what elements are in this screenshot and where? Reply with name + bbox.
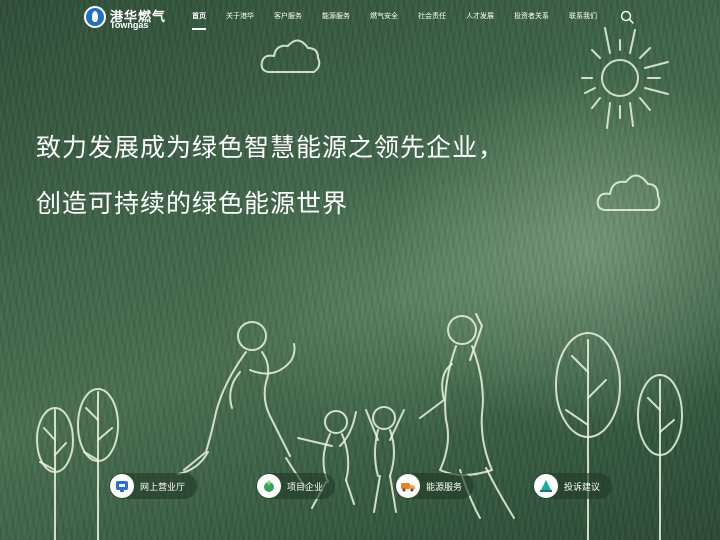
quick-link-label: 投诉建议 bbox=[564, 481, 601, 492]
brand-name-en: Towngas bbox=[110, 20, 149, 30]
main-nav: 首页 关于港华 客户服务 能源服务 燃气安全 社会责任 人才发展 投资者关系 联… bbox=[192, 11, 597, 30]
energy-truck-icon bbox=[396, 474, 420, 498]
project-icon bbox=[257, 474, 281, 498]
online-hall-icon bbox=[110, 474, 134, 498]
nav-item-talent[interactable]: 人才发展 bbox=[466, 11, 494, 21]
nav-item-gas-safety[interactable]: 燃气安全 bbox=[370, 11, 398, 21]
line-art-illustration bbox=[36, 27, 683, 540]
cloud-icon bbox=[596, 174, 661, 211]
search-icon[interactable] bbox=[620, 10, 634, 24]
nav-item-contact[interactable]: 联系我们 bbox=[569, 11, 597, 21]
complaint-icon bbox=[534, 474, 558, 498]
tree-icon bbox=[77, 388, 119, 540]
headline-line-2: 创造可持续的绿色能源世界 bbox=[36, 190, 349, 218]
headline-line-1: 致力发展成为绿色智慧能源之领先企业， bbox=[36, 134, 505, 162]
nav-item-social-responsibility[interactable]: 社会责任 bbox=[418, 11, 446, 21]
quick-link-projects[interactable]: 项目企业 bbox=[256, 473, 336, 499]
adult-figure bbox=[177, 321, 307, 489]
hero-banner bbox=[0, 0, 720, 540]
quick-link-online-hall[interactable]: 网上营业厅 bbox=[109, 473, 198, 499]
sun-icon bbox=[581, 27, 669, 129]
nav-item-home[interactable]: 首页 bbox=[192, 11, 206, 30]
quick-link-label: 网上营业厅 bbox=[140, 481, 186, 492]
child-figure bbox=[365, 406, 405, 513]
tree-icon bbox=[555, 332, 621, 540]
top-header: 港华燃气 Towngas 首页 关于港华 客户服务 能源服务 燃气安全 社会责任… bbox=[0, 0, 720, 36]
tree-icon bbox=[637, 374, 683, 540]
quick-link-energy-service[interactable]: 能源服务 bbox=[395, 473, 475, 499]
brand-logo[interactable]: 港华燃气 Towngas bbox=[84, 5, 174, 31]
quick-link-complaints[interactable]: 投诉建议 bbox=[533, 473, 613, 499]
quick-link-label: 能源服务 bbox=[426, 481, 463, 492]
cloud-icon bbox=[260, 39, 321, 73]
nav-item-investor-relations[interactable]: 投资者关系 bbox=[514, 11, 549, 21]
quick-link-label: 项目企业 bbox=[287, 481, 324, 492]
flame-logo-icon bbox=[84, 6, 106, 28]
nav-item-energy-service[interactable]: 能源服务 bbox=[322, 11, 350, 21]
hero-headline: 致力发展成为绿色智慧能源之领先企业， 创造可持续的绿色能源世界 bbox=[36, 128, 504, 220]
nav-item-customer-service[interactable]: 客户服务 bbox=[274, 11, 302, 21]
nav-item-about[interactable]: 关于港华 bbox=[226, 11, 254, 21]
tree-icon bbox=[36, 407, 74, 540]
